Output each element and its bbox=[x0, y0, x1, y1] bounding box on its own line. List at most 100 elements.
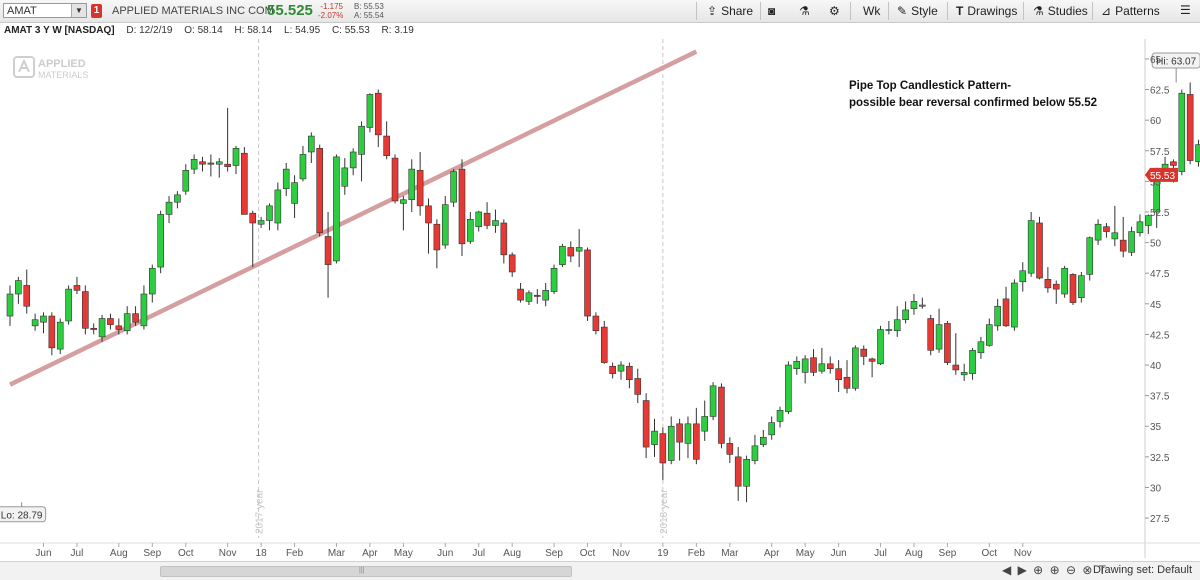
candle bbox=[1078, 271, 1085, 303]
candle bbox=[592, 312, 600, 335]
annotation[interactable]: Pipe Top Candlestick Pattern-possible be… bbox=[849, 80, 1097, 109]
flask-button[interactable]: ⚗ bbox=[799, 3, 810, 19]
y-tick-label: 45 bbox=[1150, 300, 1162, 311]
candle bbox=[877, 325, 884, 366]
candle-body bbox=[425, 205, 432, 224]
candle bbox=[73, 276, 81, 295]
candle bbox=[400, 196, 407, 231]
candlestick-chart[interactable]: APPLIED MATERIALS 2017 year 2018 year Hi:… bbox=[0, 22, 1200, 562]
time-axis[interactable]: Jun Jul Aug Sep Oct Nov 18 Feb Mar Apr May Jun Jul Au… bbox=[35, 543, 1032, 559]
x-tick-label: 18 bbox=[256, 548, 268, 559]
candle bbox=[1002, 286, 1010, 328]
candle-body bbox=[751, 445, 759, 461]
camera-button[interactable]: ◙ bbox=[768, 3, 775, 19]
candle-body bbox=[383, 135, 390, 156]
studies-button[interactable]: ⚗ Studies bbox=[1033, 3, 1088, 19]
candle-body bbox=[617, 364, 625, 372]
chevron-down-icon[interactable]: ▼ bbox=[71, 4, 86, 17]
flask-icon: ⚗ bbox=[799, 4, 810, 18]
candle bbox=[508, 252, 516, 277]
candle bbox=[751, 434, 759, 465]
candle-body bbox=[843, 376, 851, 389]
share-button[interactable]: ⇪ Share bbox=[707, 3, 753, 19]
patterns-button[interactable]: ⊿ Patterns bbox=[1101, 3, 1160, 19]
menu-icon: ☰ bbox=[1180, 3, 1191, 17]
candle-body bbox=[441, 204, 449, 246]
candle bbox=[517, 282, 524, 303]
candle bbox=[215, 158, 223, 178]
candle-body bbox=[82, 291, 89, 329]
y-tick-label: 62.5 bbox=[1150, 86, 1170, 97]
candle-body bbox=[567, 247, 575, 257]
candle bbox=[902, 301, 909, 324]
candle-body bbox=[642, 400, 650, 448]
style-button[interactable]: ✎ Style bbox=[897, 3, 938, 19]
candle bbox=[40, 312, 47, 334]
trendline-layer[interactable] bbox=[9, 49, 698, 387]
alert-badge[interactable]: 1 bbox=[91, 4, 102, 18]
toolbar-divider bbox=[947, 2, 948, 20]
candle bbox=[1069, 273, 1077, 306]
y-tick-label: 40 bbox=[1150, 361, 1162, 372]
candle-body bbox=[517, 288, 524, 301]
timeline-scrollbar[interactable]: ||| bbox=[160, 566, 572, 577]
settings-button[interactable]: ⚙ bbox=[829, 3, 840, 19]
candle bbox=[701, 400, 709, 441]
candle bbox=[776, 406, 784, 428]
zoom-out-icon[interactable]: ⊖ bbox=[1066, 563, 1076, 577]
candle bbox=[550, 264, 558, 295]
annotation-line[interactable]: Pipe Top Candlestick Pattern- bbox=[849, 80, 1011, 92]
interval-button[interactable]: Wk bbox=[863, 3, 880, 19]
candle bbox=[651, 418, 658, 457]
symbol-input[interactable]: AMAT ▼ bbox=[3, 3, 87, 18]
candle-body bbox=[868, 358, 876, 362]
candle-body bbox=[969, 350, 976, 374]
candle-body bbox=[793, 361, 801, 370]
price-axis[interactable]: 6562.56057.55552.55047.54542.54037.53532… bbox=[1145, 55, 1178, 525]
drawings-button[interactable]: T Drawings bbox=[956, 3, 1017, 19]
x-tick-label: Apr bbox=[362, 548, 378, 559]
candle bbox=[810, 349, 817, 377]
y-tick-label: 57.5 bbox=[1150, 147, 1170, 158]
drawings-label: Drawings bbox=[967, 4, 1018, 18]
candle-body bbox=[1170, 161, 1177, 166]
candle-body bbox=[374, 92, 382, 136]
candle bbox=[1136, 214, 1144, 237]
candle bbox=[450, 169, 457, 208]
candle bbox=[977, 336, 985, 359]
last-price: 55.525 bbox=[267, 2, 313, 19]
candle-body bbox=[542, 290, 549, 301]
candle-body bbox=[1078, 275, 1085, 298]
candle bbox=[718, 383, 725, 449]
y-tick-label: 52.5 bbox=[1150, 208, 1170, 219]
y-tick-label: 27.5 bbox=[1150, 514, 1170, 525]
x-tick-label: Nov bbox=[612, 548, 630, 559]
candle-body bbox=[860, 348, 868, 357]
candle bbox=[182, 164, 190, 195]
crosshair-icon[interactable]: ⊕ bbox=[1033, 563, 1043, 577]
candle-body bbox=[1178, 92, 1186, 172]
zoom-reset-icon[interactable]: ⊗ bbox=[1082, 563, 1092, 577]
candle-body bbox=[1027, 220, 1035, 274]
candle-body bbox=[701, 416, 709, 432]
drawing-set-label[interactable]: Drawing set: Default bbox=[1093, 564, 1192, 576]
zoom-in-icon[interactable]: ⊕ bbox=[1050, 563, 1060, 577]
candle bbox=[1128, 226, 1135, 257]
candle bbox=[1195, 139, 1200, 167]
candle bbox=[667, 416, 675, 465]
candle-body bbox=[73, 285, 81, 291]
candle-body bbox=[1044, 279, 1052, 289]
trendline[interactable] bbox=[9, 49, 698, 387]
x-tick-label: Nov bbox=[219, 548, 237, 559]
left-arrow-icon[interactable]: ◀ bbox=[1002, 563, 1011, 577]
symbol-input-value: AMAT bbox=[7, 5, 37, 17]
x-tick-label: Jun bbox=[437, 548, 453, 559]
menu-button[interactable]: ☰ bbox=[1180, 2, 1191, 18]
candle bbox=[676, 418, 683, 461]
annotation-line[interactable]: possible bear reversal confirmed below 5… bbox=[849, 97, 1097, 109]
candle bbox=[952, 333, 960, 375]
right-arrow-icon[interactable]: ▶ bbox=[1018, 563, 1027, 577]
candle-body bbox=[944, 323, 951, 363]
candle bbox=[642, 393, 650, 459]
y-tick-label: 42.5 bbox=[1150, 330, 1170, 341]
